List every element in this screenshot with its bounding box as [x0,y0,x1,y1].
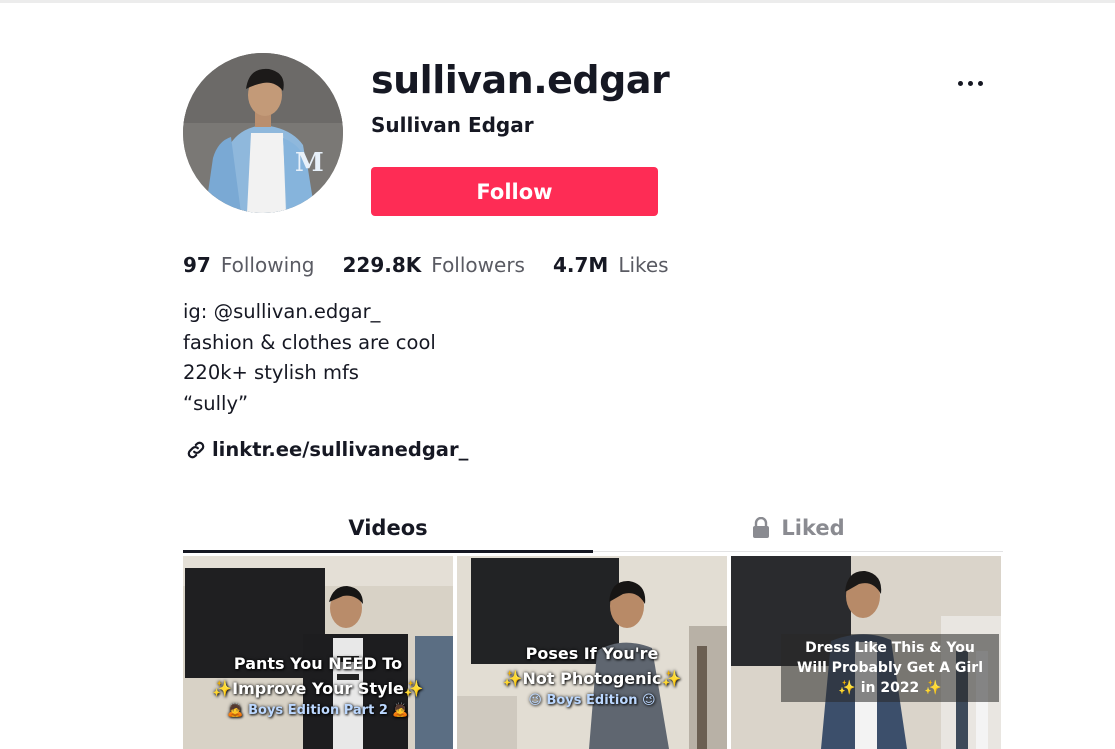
video-caption-line: 😉 Boys Edition 😉 [528,693,656,708]
tab-liked[interactable]: Liked [593,504,1003,552]
video-grid: Pants You NEED To ✨Improve Your Style✨ 🙇… [183,556,1003,749]
display-name: Sullivan Edgar [371,113,534,137]
video-caption: Pants You NEED To ✨Improve Your Style✨ 🙇… [183,651,453,721]
lock-icon [753,517,770,538]
tab-videos[interactable]: Videos [183,504,593,552]
video-caption-line: 🙇 Boys Edition Part 2 🙇 [227,703,409,718]
bio-line: ig: @sullivan.edgar_ [183,300,381,323]
video-thumbnail[interactable]: Dress Like This & You Will Probably Get … [731,556,1001,749]
followers-label: Followers [431,253,525,277]
likes-count: 4.7M [552,253,609,277]
svg-text:M: M [295,148,324,178]
more-dot [957,80,963,86]
bio: ig: @sullivan.edgar_ fashion & clothes a… [183,297,436,419]
video-caption-line: Dress Like This & You [805,640,975,656]
video-thumbnail[interactable]: Pants You NEED To ✨Improve Your Style✨ 🙇… [183,556,453,749]
avatar[interactable]: M [183,53,343,213]
video-caption-line: Will Probably Get A Girl [796,660,984,676]
video-caption-line: ✨Improve Your Style✨ [212,679,424,698]
bio-line: “sully” [183,391,249,415]
profile-link[interactable]: linktr.ee/sullivanedgar_ [185,438,468,461]
top-divider [0,0,1115,3]
bio-line: 220k+ stylish mfs [183,361,359,384]
tab-videos-label: Videos [348,516,428,540]
profile-stats: 97 Following 229.8K Followers 4.7M Likes [183,253,669,277]
more-options-icon[interactable] [952,70,988,96]
username: sullivan.edgar [371,58,670,102]
video-thumbnail[interactable]: Poses If You're ✨Not Photogenic✨ 😉 Boys … [457,556,727,749]
stat-followers[interactable]: 229.8K Followers [343,253,525,277]
more-dot [977,80,983,86]
active-tab-indicator [183,550,593,553]
stat-likes: 4.7M Likes [553,253,669,277]
video-caption-line: Pants You NEED To [233,654,403,673]
link-text: linktr.ee/sullivanedgar_ [212,438,469,461]
video-caption-line: ✨ in 2022 ✨ [838,680,942,696]
video-caption: Poses If You're ✨Not Photogenic✨ 😉 Boys … [457,641,727,711]
link-icon [187,441,205,458]
bio-line: fashion & clothes are cool [183,330,436,354]
following-count: 97 [183,253,211,277]
likes-label: Likes [618,253,669,277]
followers-count: 229.8K [342,253,422,277]
profile-tabs: Videos Liked [183,504,1003,553]
video-caption-line: ✨Not Photogenic✨ [502,669,682,688]
tab-liked-label: Liked [781,516,845,540]
follow-button[interactable]: Follow [371,167,658,216]
following-label: Following [220,253,315,277]
video-caption-line: Poses If You're [525,644,659,663]
stat-following[interactable]: 97 Following [183,253,315,277]
more-dot [967,80,973,86]
video-caption: Dress Like This & You Will Probably Get … [781,634,999,702]
